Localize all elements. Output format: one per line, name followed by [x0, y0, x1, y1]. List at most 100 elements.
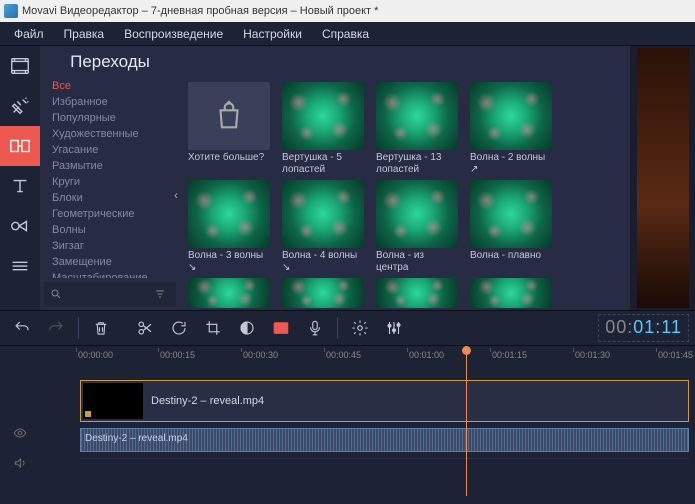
audio-clip[interactable]: Destiny-2 – reveal.mp4 — [80, 428, 689, 452]
category-all[interactable]: Все — [52, 78, 174, 94]
category-sidebar: Переходы Все Избранное Популярные Художе… — [40, 46, 180, 310]
tool-titles[interactable] — [0, 166, 40, 206]
timecode-display[interactable]: 00:01:11 — [598, 314, 689, 342]
category-artistic[interactable]: Художественные — [52, 126, 174, 142]
transition-item[interactable]: Волна - 3 волны ↘ — [188, 180, 270, 272]
transition-item[interactable]: Волна - 2 волны ↗ — [470, 82, 552, 174]
transition-item[interactable]: Вертушка - 5 лопастей — [282, 82, 364, 174]
menu-bar: Файл Правка Воспроизведение Настройки Сп… — [0, 22, 695, 46]
transition-label: Вертушка - 5 лопастей — [282, 150, 364, 174]
ruler-tick: 00:01:15 — [492, 350, 527, 360]
ruler-tick: 00:00:00 — [78, 350, 113, 360]
transitions-panel: Переходы Все Избранное Популярные Художе… — [40, 46, 630, 310]
track-controls — [0, 366, 40, 504]
window-title: Movavi Видеоредактор – 7-дневная пробная… — [22, 5, 378, 17]
preview-frame — [637, 48, 689, 308]
transition-thumbnail — [188, 180, 270, 248]
category-blocks[interactable]: Блоки — [52, 190, 174, 206]
timecode-prefix: 00: — [605, 317, 633, 337]
transition-label: Волна - плавно — [470, 248, 552, 272]
category-zoom[interactable]: Масштабирование — [52, 270, 174, 278]
shopping-bag-icon — [188, 82, 270, 150]
clip-label: Destiny-2 – reveal.mp4 — [151, 395, 264, 407]
visibility-icon[interactable] — [13, 426, 27, 440]
transition-label: Волна - из центра — [376, 248, 458, 272]
mic-button[interactable] — [299, 312, 331, 344]
filter-icon[interactable] — [154, 288, 166, 300]
transition-thumbnail — [282, 180, 364, 248]
audio-icon[interactable] — [13, 456, 27, 470]
cut-button[interactable] — [129, 312, 161, 344]
delete-button[interactable] — [85, 312, 117, 344]
preview-pane — [630, 46, 695, 310]
color-button[interactable] — [231, 312, 263, 344]
rotate-button[interactable] — [163, 312, 195, 344]
tool-filters[interactable] — [0, 86, 40, 126]
menu-help[interactable]: Справка — [312, 27, 379, 41]
category-favorites[interactable]: Избранное — [52, 94, 174, 110]
transition-thumbnail — [470, 82, 552, 150]
ruler-tick: 00:00:15 — [160, 350, 195, 360]
category-zigzag[interactable]: Зигзаг — [52, 238, 174, 254]
crop-button[interactable] — [197, 312, 229, 344]
clip-label: Destiny-2 – reveal.mp4 — [85, 433, 188, 444]
collapse-sidebar-icon[interactable]: ‹ — [174, 188, 178, 202]
category-list: Все Избранное Популярные Художественные … — [40, 78, 180, 278]
category-waves[interactable]: Волны — [52, 222, 174, 238]
transition-thumbnail[interactable] — [470, 278, 552, 308]
search-row — [44, 282, 176, 306]
tool-more[interactable] — [0, 246, 40, 286]
left-toolbar — [0, 46, 40, 310]
empty-track[interactable] — [80, 458, 689, 484]
tool-media[interactable] — [0, 46, 40, 86]
ruler-tick: 00:01:00 — [409, 350, 444, 360]
category-popular[interactable]: Популярные — [52, 110, 174, 126]
tool-transitions[interactable] — [0, 126, 40, 166]
tracks-area[interactable]: Destiny-2 – reveal.mp4 Destiny-2 – revea… — [40, 366, 695, 504]
ruler-tick: 00:01:45 — [658, 350, 693, 360]
menu-file[interactable]: Файл — [4, 27, 54, 41]
timeline-toolbar: 00:01:11 — [0, 310, 695, 346]
main-area: Переходы Все Избранное Популярные Художе… — [0, 46, 695, 310]
transition-item[interactable]: Волна - из центра — [376, 180, 458, 272]
transition-label: Вертушка - 13 лопастей — [376, 150, 458, 174]
category-fade[interactable]: Угасание — [52, 142, 174, 158]
transition-label: Волна - 3 волны ↘ — [188, 248, 270, 272]
category-circles[interactable]: Круги — [52, 174, 174, 190]
transitions-grid[interactable]: Хотите больше? Вертушка - 5 лопастей Вер… — [180, 78, 630, 310]
transition-thumbnail[interactable] — [188, 278, 270, 308]
app-logo-icon — [4, 4, 18, 18]
tool-stickers[interactable] — [0, 206, 40, 246]
panel-title: Переходы — [40, 46, 180, 78]
transition-label: Хотите больше? — [188, 150, 270, 174]
transition-more[interactable]: Хотите больше? — [188, 82, 270, 174]
transition-item[interactable]: Волна - плавно — [470, 180, 552, 272]
settings-button[interactable] — [344, 312, 376, 344]
transition-thumbnail[interactable] — [282, 278, 364, 308]
transition-item[interactable]: Вертушка - 13 лопастей — [376, 82, 458, 174]
timeline-ruler[interactable]: 00:00:00 00:00:15 00:00:30 00:00:45 00:0… — [0, 346, 695, 366]
ruler-tick: 00:00:45 — [326, 350, 361, 360]
timecode-value: 01:11 — [633, 317, 682, 337]
transition-item[interactable]: Волна - 4 волны ↘ — [282, 180, 364, 272]
redo-button[interactable] — [40, 312, 72, 344]
transition-thumbnail — [376, 180, 458, 248]
menu-settings[interactable]: Настройки — [233, 27, 312, 41]
menu-edit[interactable]: Правка — [54, 27, 115, 41]
image-button[interactable] — [265, 312, 297, 344]
search-icon[interactable] — [50, 288, 62, 300]
transition-label: Волна - 2 волны ↗ — [470, 150, 552, 174]
menu-playback[interactable]: Воспроизведение — [114, 27, 233, 41]
timeline: Destiny-2 – reveal.mp4 Destiny-2 – revea… — [0, 366, 695, 504]
transitions-grid-wrapper: Хотите больше? Вертушка - 5 лопастей Вер… — [180, 46, 630, 310]
video-clip[interactable]: Destiny-2 – reveal.mp4 — [80, 380, 689, 422]
transition-thumbnail[interactable] — [376, 278, 458, 308]
ruler-tick: 00:01:30 — [575, 350, 610, 360]
equalizer-button[interactable] — [378, 312, 410, 344]
playhead[interactable] — [466, 346, 467, 496]
category-blur[interactable]: Размытие — [52, 158, 174, 174]
undo-button[interactable] — [6, 312, 38, 344]
category-replace[interactable]: Замещение — [52, 254, 174, 270]
ruler-tick: 00:00:30 — [243, 350, 278, 360]
category-geometric[interactable]: Геометрические — [52, 206, 174, 222]
